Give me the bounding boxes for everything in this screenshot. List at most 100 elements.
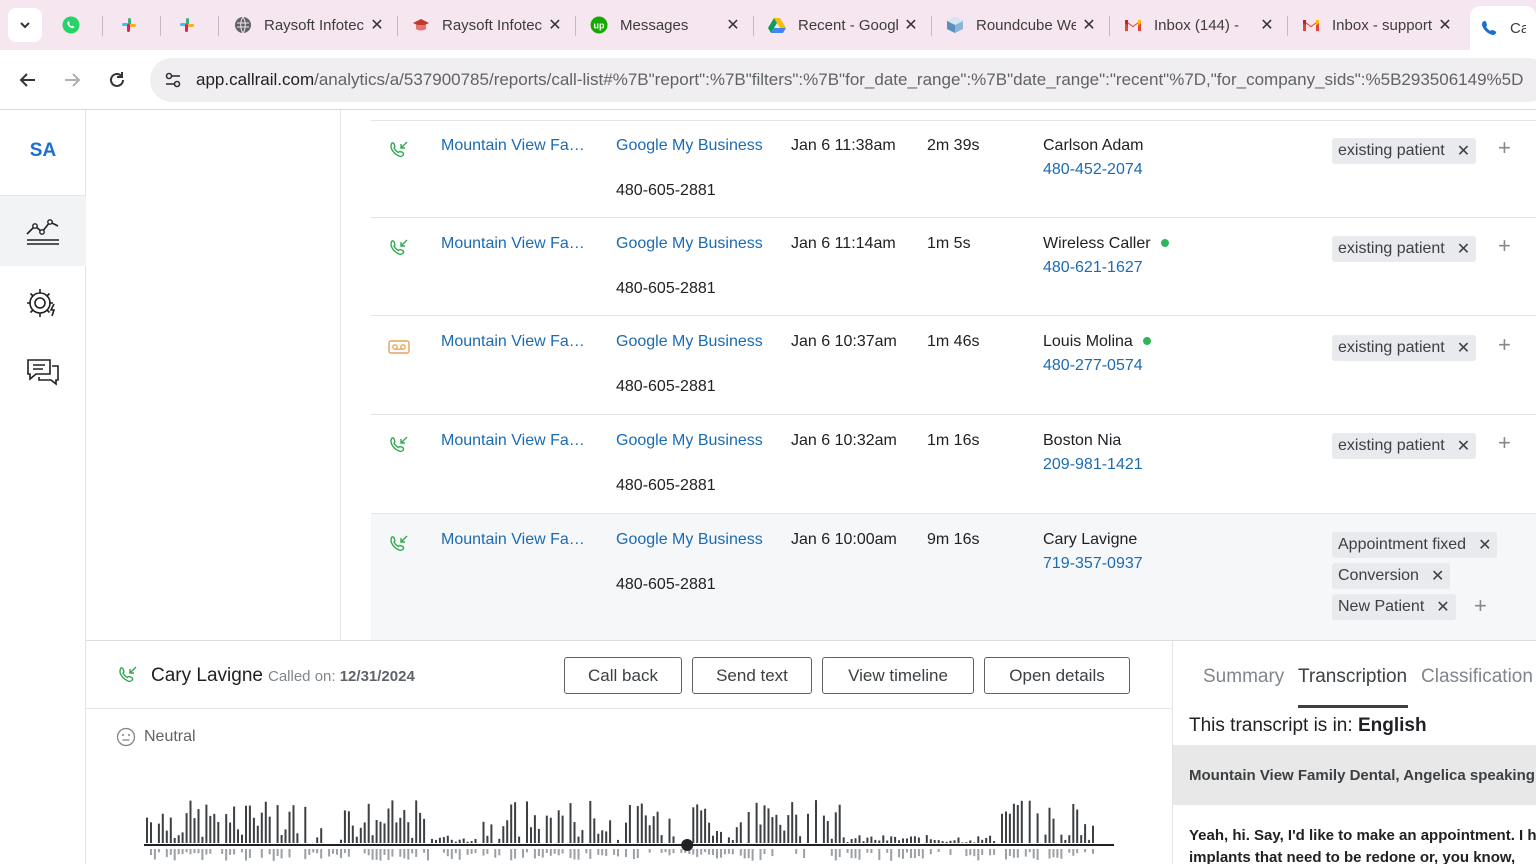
waveform-bar <box>989 849 992 856</box>
waveform-bar <box>415 800 418 843</box>
tab-gmail-support[interactable]: Inbox - support ✕ <box>1292 6 1462 44</box>
tab-raysoft-1[interactable]: Raysoft Infotech ✕ <box>224 6 394 44</box>
close-icon[interactable]: ✕ <box>370 15 384 35</box>
source-link[interactable]: Google My Business <box>616 531 763 549</box>
company-link[interactable]: Mountain View Family Dental <box>441 137 591 155</box>
tab-classification[interactable]: Classification <box>1421 666 1533 688</box>
remove-tag-icon[interactable]: ✕ <box>1431 566 1444 586</box>
remove-tag-icon[interactable]: ✕ <box>1436 597 1449 617</box>
waveform-bar <box>921 849 924 859</box>
tab-gmail-inbox[interactable]: Inbox (144) - ✕ <box>1114 6 1284 44</box>
call-back-button[interactable]: Call back <box>564 657 682 694</box>
nav-conversations[interactable] <box>0 338 86 408</box>
waveform-bar <box>1052 818 1055 843</box>
waveform-bar <box>672 849 675 854</box>
close-icon[interactable]: ✕ <box>904 15 918 35</box>
waveform-bar <box>347 811 350 843</box>
inbound-call-icon <box>390 436 408 453</box>
tab-roundcube[interactable]: Roundcube Webmail ✕ <box>936 6 1106 44</box>
tab-callrail-active[interactable]: Call <box>1470 6 1536 50</box>
tab-search-button[interactable] <box>8 8 42 42</box>
close-icon[interactable]: ✕ <box>548 15 562 35</box>
tab-transcription[interactable]: Transcription <box>1298 666 1407 688</box>
back-button[interactable] <box>12 64 44 96</box>
company-link[interactable]: Mountain View Family Dental <box>441 432 591 450</box>
close-icon[interactable]: ✕ <box>726 15 740 35</box>
close-icon[interactable]: ✕ <box>1438 15 1452 35</box>
address-bar[interactable]: app.callrail.com/analytics/a/537900785/r… <box>150 58 1536 102</box>
waveform-bar <box>442 849 445 853</box>
tab-summary[interactable]: Summary <box>1203 666 1284 688</box>
playhead[interactable] <box>681 839 694 851</box>
caller-phone-link[interactable]: 480-621-1627 <box>1043 259 1143 277</box>
remove-tag-icon[interactable]: ✕ <box>1457 436 1470 456</box>
add-tag-button[interactable]: + <box>1474 593 1487 619</box>
waveform-bar <box>763 849 766 854</box>
tab-label: Roundcube Webmail <box>976 16 1076 34</box>
source-link[interactable]: Google My Business <box>616 432 763 450</box>
tab-label: Raysoft Infotech <box>264 16 364 34</box>
caller-phone-link[interactable]: 480-452-2074 <box>1043 161 1143 179</box>
nav-settings[interactable] <box>0 268 86 338</box>
add-tag-button[interactable]: + <box>1498 430 1511 456</box>
waveform-bar <box>209 849 212 854</box>
add-tag-button[interactable]: + <box>1498 135 1511 161</box>
call-row-selected[interactable]: Mountain View Family Dental Google My Bu… <box>371 514 1536 640</box>
account-logo[interactable]: SA <box>0 140 86 162</box>
waveform-bar <box>260 812 263 843</box>
waveform-bar <box>1012 803 1015 843</box>
waveform-bar <box>537 849 540 856</box>
call-row[interactable]: Mountain View Family Dental Google My Bu… <box>371 316 1536 415</box>
tab-whatsapp[interactable] <box>52 6 100 44</box>
waveform-bar <box>973 849 976 857</box>
caller-phone-link[interactable]: 209-981-1421 <box>1043 456 1143 474</box>
site-info-button[interactable] <box>158 65 188 95</box>
remove-tag-icon[interactable]: ✕ <box>1457 338 1470 358</box>
send-text-button[interactable]: Send text <box>692 657 812 694</box>
view-timeline-button[interactable]: View timeline <box>822 657 974 694</box>
audio-waveform[interactable] <box>144 781 1114 864</box>
forward-button[interactable] <box>56 64 88 96</box>
tab-google-drive[interactable]: Recent - Google Drive ✕ <box>758 6 928 44</box>
waveform-bar <box>1060 849 1063 859</box>
add-tag-button[interactable]: + <box>1498 332 1511 358</box>
call-row[interactable]: Mountain View Family Dental Google My Bu… <box>371 120 1536 218</box>
tab-slack-1[interactable] <box>110 6 158 44</box>
chevron-down-icon <box>20 22 30 29</box>
waveform-bar <box>1016 849 1019 858</box>
open-details-button[interactable]: Open details <box>984 657 1130 694</box>
company-link[interactable]: Mountain View Family Dental <box>441 235 591 253</box>
remove-tag-icon[interactable]: ✕ <box>1457 141 1470 161</box>
waveform-bar <box>482 849 485 856</box>
waveform-bar <box>1056 849 1059 858</box>
tag-chip: Appointment fixed ✕ <box>1332 532 1498 558</box>
tab-slack-2[interactable] <box>168 6 216 44</box>
company-link[interactable]: Mountain View Family Dental <box>441 531 591 549</box>
waveform-bar <box>648 825 651 843</box>
nav-analytics[interactable] <box>0 196 86 266</box>
waveform-bar <box>977 849 980 861</box>
add-tag-button[interactable]: + <box>1498 233 1511 259</box>
call-row[interactable]: Mountain View Family Dental Google My Bu… <box>371 218 1536 316</box>
waveform-bar <box>316 837 319 843</box>
waveform-bar <box>403 849 406 859</box>
reload-button[interactable] <box>101 64 133 96</box>
remove-tag-icon[interactable]: ✕ <box>1457 239 1470 259</box>
caller-phone-link[interactable]: 719-357-0937 <box>1043 555 1143 573</box>
source-link[interactable]: Google My Business <box>616 137 763 155</box>
gmail-icon <box>1303 20 1319 31</box>
waveform-bar <box>518 836 521 843</box>
source-link[interactable]: Google My Business <box>616 333 763 351</box>
remove-tag-icon[interactable]: ✕ <box>1478 535 1491 555</box>
source-link[interactable]: Google My Business <box>616 235 763 253</box>
tab-messages[interactable]: up Messages ✕ <box>580 6 750 44</box>
call-row[interactable]: Mountain View Family Dental Google My Bu… <box>371 415 1536 514</box>
waveform-bar <box>248 849 251 858</box>
close-icon[interactable]: ✕ <box>1082 15 1096 35</box>
waveform-bar <box>514 849 517 859</box>
company-link[interactable]: Mountain View Family Dental <box>441 333 591 351</box>
caller-phone-link[interactable]: 480-277-0574 <box>1043 357 1143 375</box>
tab-raysoft-2[interactable]: Raysoft Infotech ✕ <box>402 6 572 44</box>
waveform-bar <box>450 839 453 843</box>
close-icon[interactable]: ✕ <box>1260 15 1274 35</box>
